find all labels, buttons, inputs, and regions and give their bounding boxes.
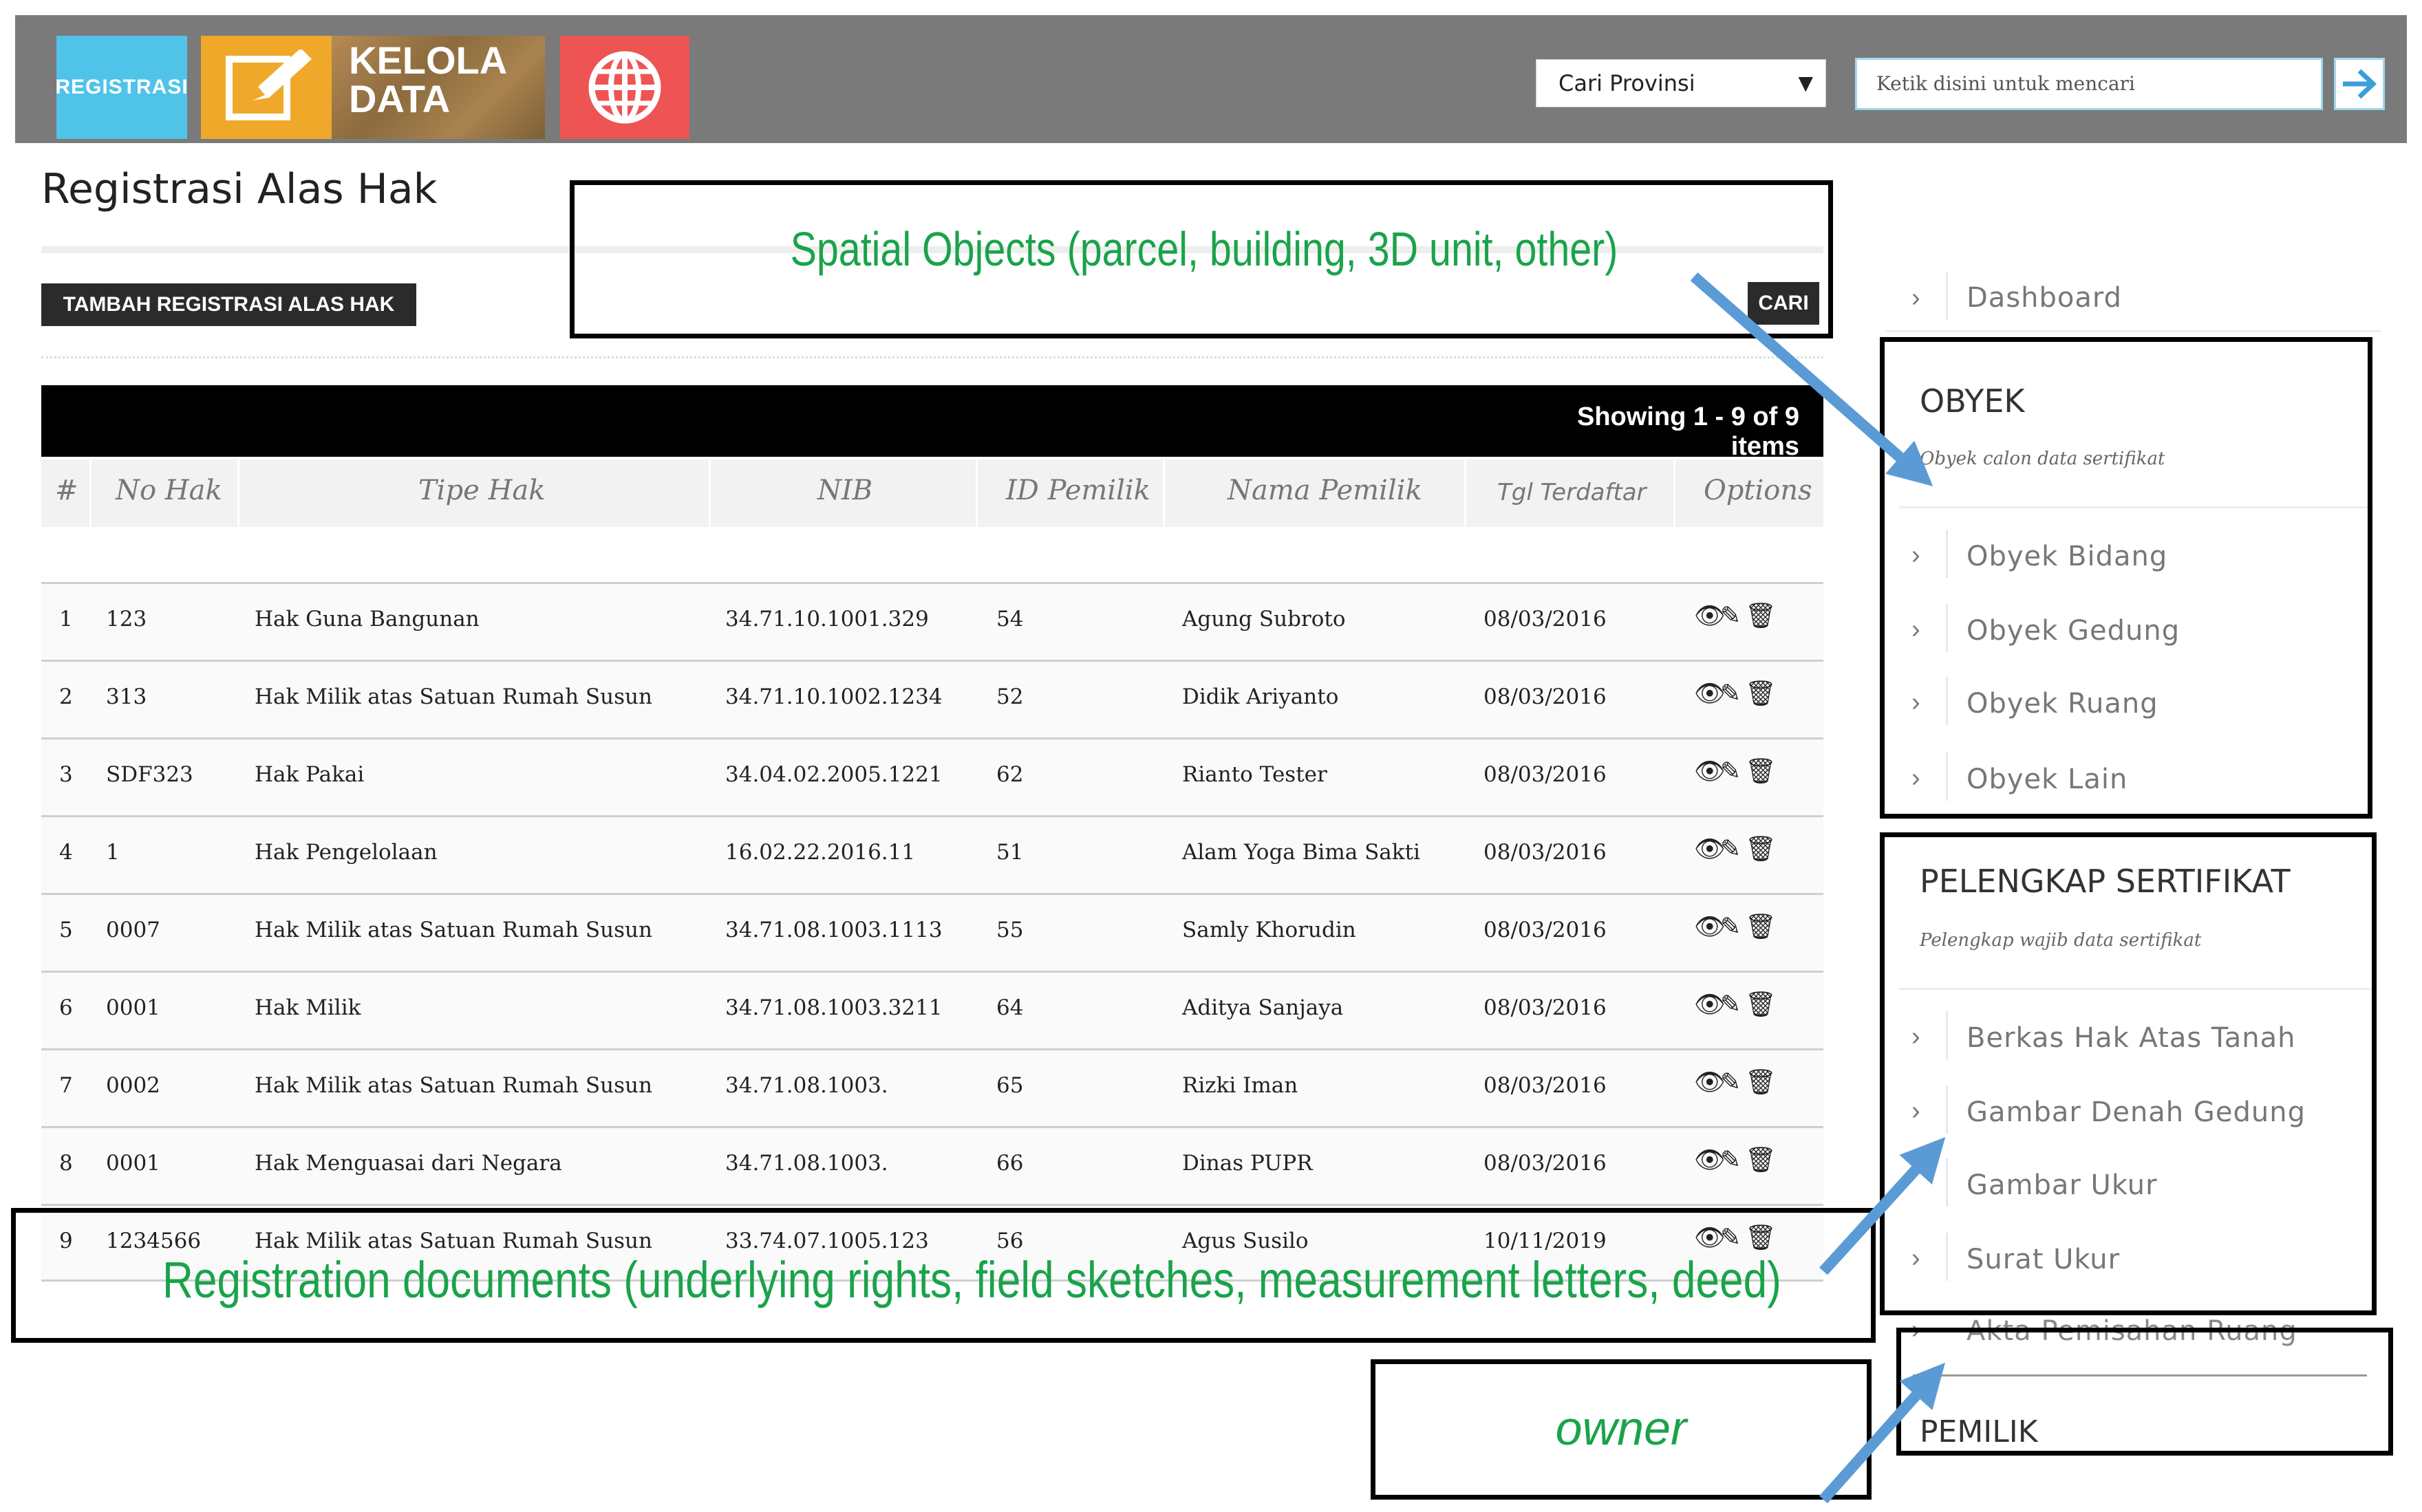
arrow-registration-to-pelengkap <box>1819 1137 1946 1275</box>
arrow-spatial-to-obyek <box>1690 272 1933 486</box>
annotation-arrows <box>1690 272 1946 1504</box>
arrow-owner-to-pemilik <box>1819 1362 1946 1504</box>
